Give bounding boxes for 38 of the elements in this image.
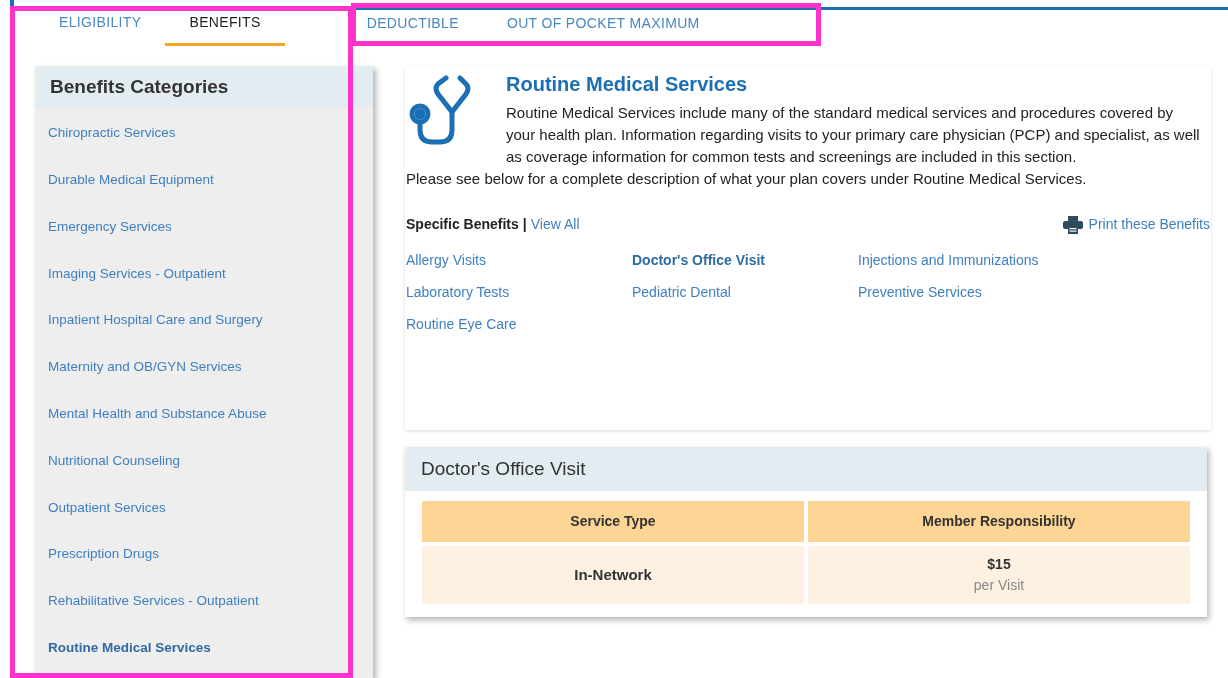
sidebar-item[interactable]: Imaging Services - Outpatient	[35, 250, 373, 298]
specific-benefits-label: Specific Benefits	[406, 215, 519, 234]
tab[interactable]: BENEFITS	[165, 12, 285, 46]
sidebar-item[interactable]: Inpatient Hospital Care and Surgery	[35, 297, 373, 344]
table-cell: In-Network	[422, 546, 804, 604]
sidebar-item[interactable]: Durable Medical Equipment	[35, 156, 373, 204]
view-all-link[interactable]: View All	[530, 214, 580, 235]
printer-icon	[1062, 215, 1083, 234]
sidebar-item[interactable]: Maternity and OB/GYN Services	[35, 344, 373, 391]
sidebar-item[interactable]: Outpatient Services	[35, 484, 373, 532]
sidebar-item[interactable]: Nutritional Counseling	[35, 437, 373, 485]
separator: |	[522, 215, 527, 234]
section-note: Please see below for a complete description of what your plan covers under Routine Medical Services.	[406, 169, 1088, 189]
benefit-link[interactable]: Routine Eye Care	[406, 315, 632, 334]
section-description: Routine Medical Services include many of the standard medical services and procedures covered by your health plan. Information regarding visits to your primary care physician (PCP) and specialist, as well as coverage information for common tests and screenings are included in this section.	[506, 103, 1201, 167]
detail-title: Doctor's Office Visit	[405, 447, 1207, 491]
benefit-link[interactable]: Laboratory Tests	[406, 283, 632, 302]
sidebar-title: Benefits Categories	[35, 66, 373, 108]
benefit-link[interactable]: Pediatric Dental	[632, 283, 858, 302]
sidebar-item[interactable]: Rehabilitative Services - Outpatient	[35, 577, 373, 625]
tab[interactable]: OUT OF POCKET MAXIMUM	[482, 13, 724, 47]
amount-text: $15	[987, 555, 1011, 574]
unit-text: per Visit	[973, 576, 1025, 595]
sidebar-item[interactable]: Routine Medical Services	[35, 624, 373, 672]
benefit-link[interactable]: Allergy Visits	[406, 251, 632, 270]
benefit-link[interactable]: Preventive Services	[858, 283, 1078, 302]
sidebar-item[interactable]: Emergency Services	[35, 203, 373, 251]
benefit-link[interactable]: Doctor's Office Visit	[632, 251, 858, 270]
section-title: Routine Medical Services	[506, 72, 749, 97]
tab[interactable]: ELIGIBILITY	[35, 12, 166, 46]
print-link[interactable]: Print these Benefits	[1062, 214, 1210, 235]
sidebar-item[interactable]: Mental Health and Substance Abuse	[35, 390, 373, 438]
sidebar-item[interactable]: Chiropractic Services	[35, 110, 373, 157]
sidebar-item[interactable]: Prescription Drugs	[35, 531, 373, 578]
column-header: Service Type	[422, 501, 804, 542]
benefit-link[interactable]: Injections and Immunizations	[858, 251, 1078, 270]
column-header: Member Responsibility	[808, 501, 1190, 542]
tab[interactable]: DEDUCTIBLE	[350, 13, 483, 47]
